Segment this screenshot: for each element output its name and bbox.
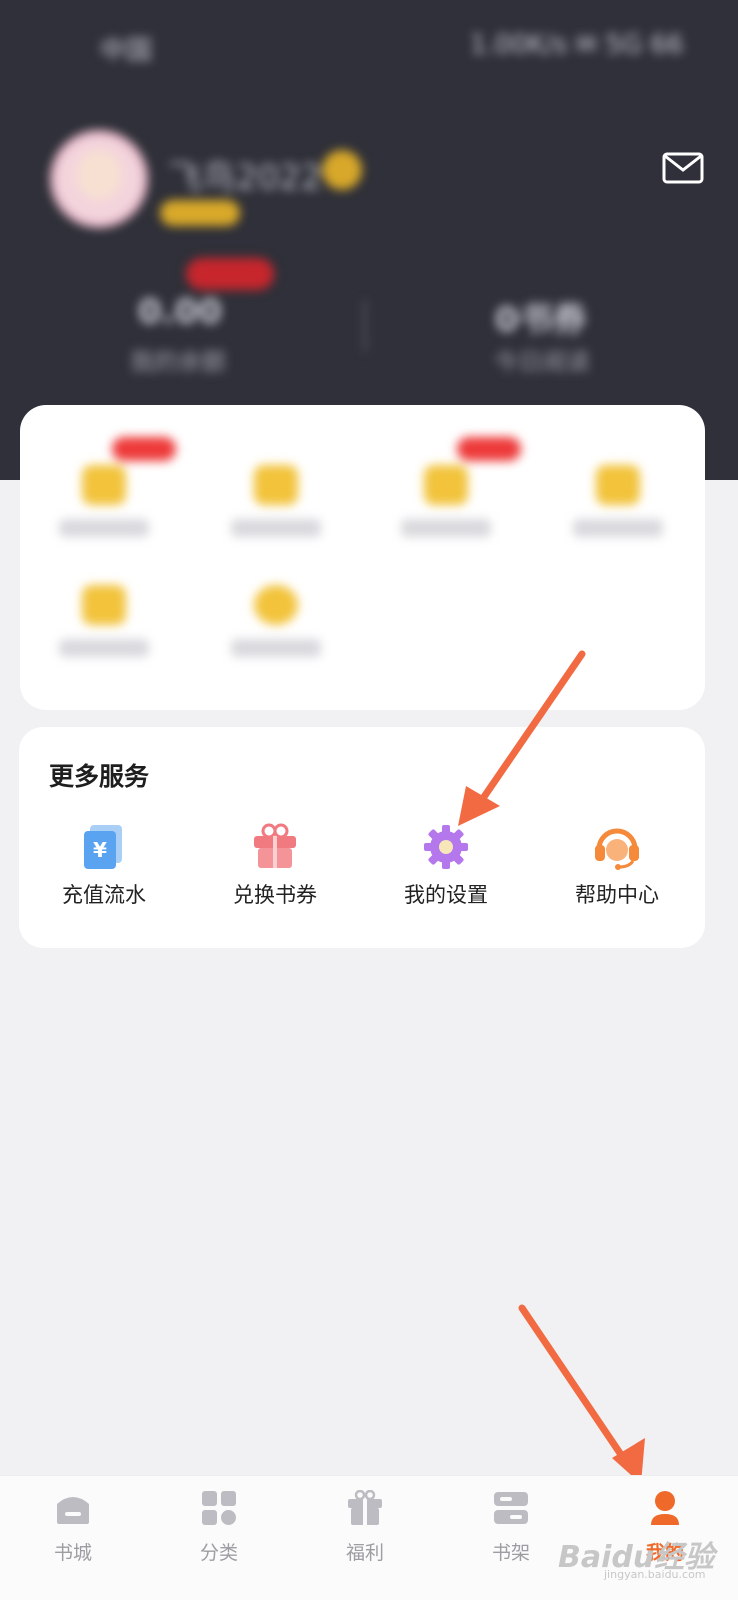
feature-item[interactable]: [216, 585, 336, 657]
service-help-center[interactable]: 帮助中心: [542, 823, 692, 909]
avatar[interactable]: [50, 130, 148, 228]
red-badge[interactable]: [186, 258, 274, 290]
service-label: 我的设置: [404, 883, 488, 907]
profile-icon: [647, 1490, 683, 1526]
bookstore-icon: [55, 1490, 91, 1526]
service-label: 兑换书券: [233, 883, 317, 907]
status-bar-left: 中国: [100, 36, 153, 66]
feature-item[interactable]: [558, 465, 678, 537]
arrow-to-profile-tab: [518, 1304, 645, 1484]
bookshelf-icon: [493, 1490, 529, 1526]
nav-tab-bookshelf[interactable]: 书架: [456, 1490, 566, 1565]
stat-divider: [364, 300, 366, 352]
service-label: 充值流水: [62, 883, 146, 907]
svg-text:¥: ¥: [93, 838, 107, 862]
nav-tab-bookstore[interactable]: 书城: [18, 1490, 128, 1565]
mail-icon[interactable]: [662, 152, 704, 184]
status-bar-right: 1.00K/s ✉ 5G 66: [470, 30, 684, 60]
nav-label: 书架: [491, 1542, 530, 1564]
feature-item[interactable]: [44, 465, 164, 537]
vip-badge: [160, 200, 240, 226]
gear-icon: [422, 823, 470, 871]
nav-label: 书城: [53, 1542, 92, 1564]
welfare-gift-icon: [347, 1489, 383, 1526]
gift-icon: [251, 823, 299, 871]
feature-item[interactable]: [44, 585, 164, 657]
nav-label: 福利: [345, 1542, 384, 1564]
service-label: 帮助中心: [575, 883, 659, 907]
feature-item[interactable]: [216, 465, 336, 537]
headset-icon: [593, 823, 641, 871]
reading-value: 0书券: [495, 300, 587, 340]
balance-label: 我的余额: [130, 348, 226, 376]
category-icon: [201, 1490, 237, 1526]
more-services-card: 更多服务 ¥ 充值流水 兑换书券 我的设置 帮助中心: [19, 727, 705, 948]
baidu-watermark-url: jingyan.baidu.com: [604, 1568, 706, 1581]
service-my-settings[interactable]: 我的设置: [371, 823, 521, 909]
balance-value: 0.00: [138, 292, 222, 332]
nav-label: 分类: [199, 1542, 238, 1564]
service-redeem-voucher[interactable]: 兑换书券: [200, 823, 350, 909]
vip-coin-icon: [322, 150, 362, 190]
feature-item[interactable]: [386, 465, 506, 537]
blurred-features-card: [20, 405, 705, 710]
avatar-face: [76, 150, 122, 200]
more-services-title: 更多服务: [49, 762, 150, 791]
hot-tag: [112, 437, 176, 461]
reading-label: 今日阅读: [494, 348, 590, 376]
service-recharge-history[interactable]: ¥ 充值流水: [29, 823, 179, 909]
recharge-icon: ¥: [80, 823, 128, 871]
nav-tab-category[interactable]: 分类: [164, 1490, 274, 1565]
hot-tag: [457, 437, 521, 461]
username[interactable]: 飞鸟2022: [168, 150, 323, 199]
nav-tab-welfare[interactable]: 福利: [310, 1489, 420, 1565]
